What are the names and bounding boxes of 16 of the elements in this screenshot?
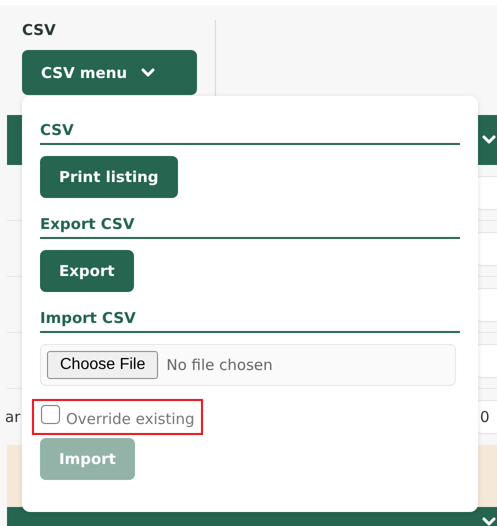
chevron-down-icon (482, 135, 496, 145)
chevron-down-icon (141, 68, 156, 78)
choose-file-button[interactable]: Choose File (47, 351, 158, 379)
action-button[interactable]: Print listing (40, 156, 178, 198)
file-input[interactable]: Choose File No file chosen (40, 344, 456, 386)
section-heading: CSV (40, 121, 460, 145)
section-heading: Export CSV (40, 215, 460, 239)
checkbox-label: Override existing (66, 410, 195, 428)
section-label: CSV (22, 21, 57, 41)
row-label: ar (5, 408, 20, 426)
action-button[interactable]: Export (40, 250, 134, 292)
chevron-down-icon (482, 517, 496, 526)
csv-menu-button[interactable]: CSV menu (22, 50, 197, 95)
file-status: No file chosen (166, 356, 273, 374)
checkbox[interactable] (41, 405, 60, 424)
section-heading: Import CSV (40, 309, 460, 333)
